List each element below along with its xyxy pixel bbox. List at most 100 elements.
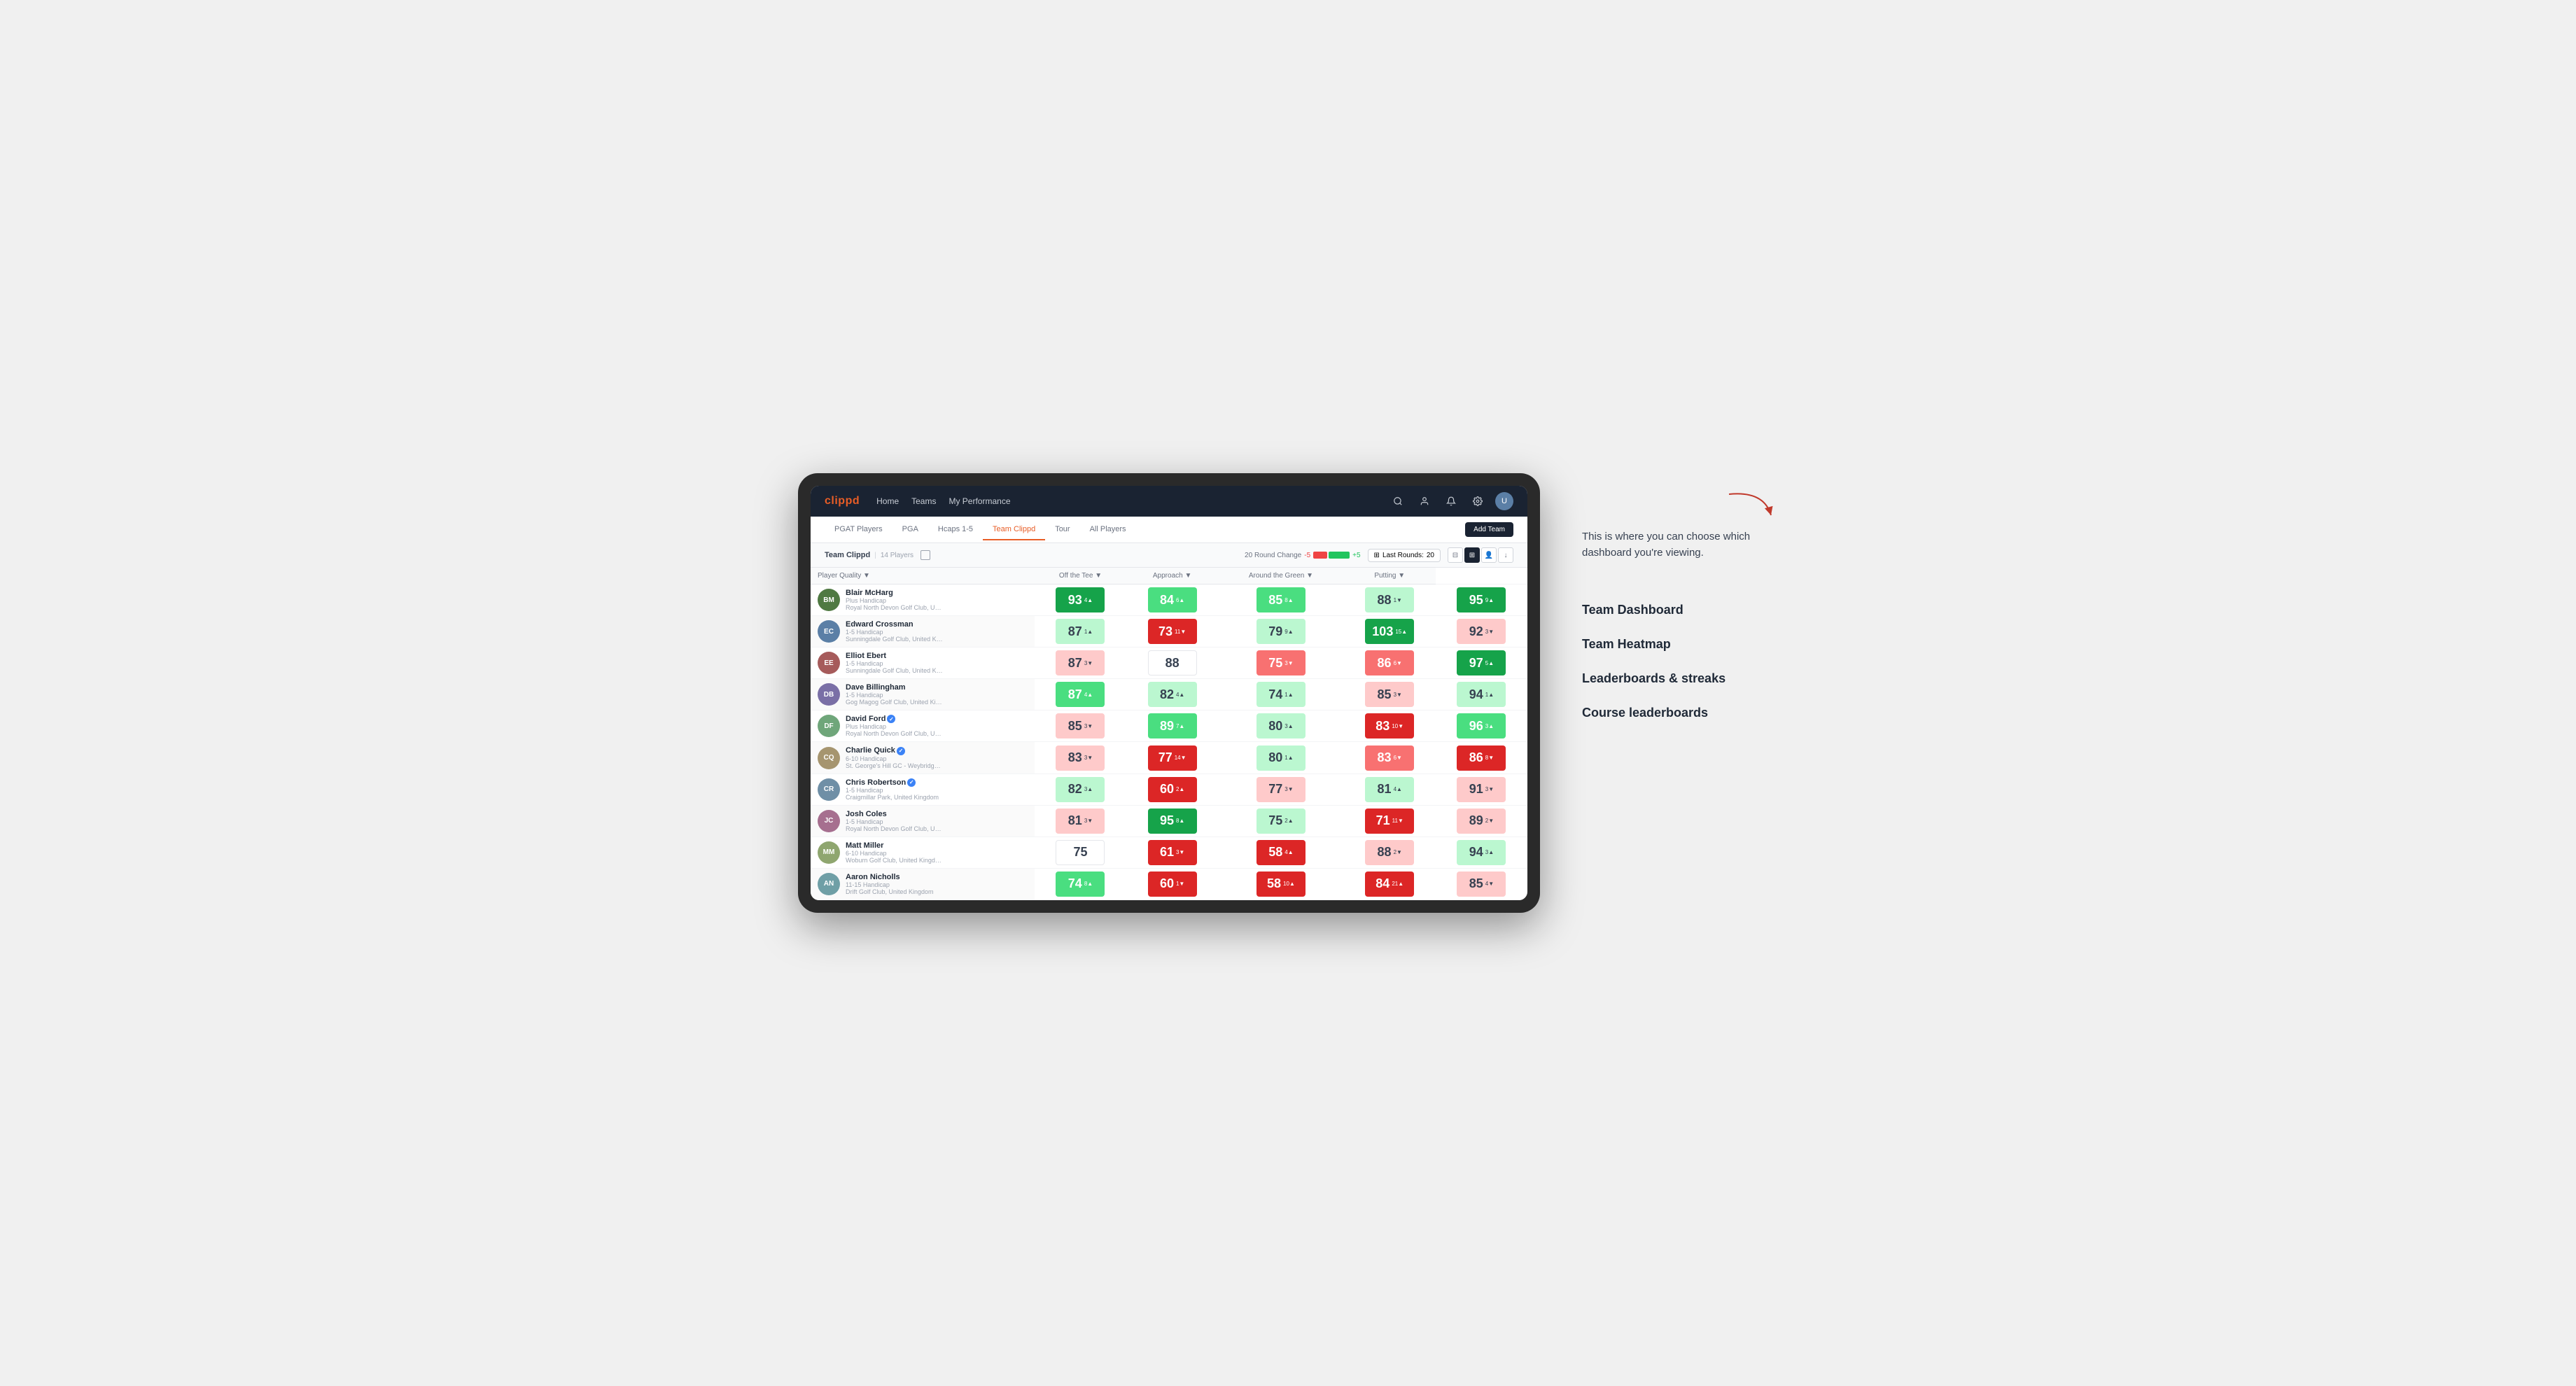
score-cell-putting: 86 8▼ (1436, 742, 1527, 774)
player-cell[interactable]: CQ Charlie Quick✓ 6-10 Handicap St. Geor… (811, 742, 1035, 773)
score-cell-player_quality: 87 1▲ (1035, 616, 1126, 648)
view-buttons: ⊟ ⊞ 👤 ↓ (1448, 547, 1513, 563)
option-team-dashboard[interactable]: Team Dashboard (1582, 603, 1778, 617)
col-putting[interactable]: Putting ▼ (1344, 568, 1436, 584)
player-name: David Ford✓ (846, 715, 944, 723)
score-box: 95 9▲ (1457, 587, 1506, 612)
user-avatar[interactable]: U (1495, 492, 1513, 510)
bell-icon[interactable] (1442, 492, 1460, 510)
player-cell[interactable]: DF David Ford✓ Plus Handicap Royal North… (811, 710, 1035, 741)
last-rounds-value: 20 (1427, 552, 1434, 559)
score-change: 3▼ (1485, 629, 1494, 635)
score-value: 87 (1068, 687, 1082, 702)
col-off-tee[interactable]: Off the Tee ▼ (1035, 568, 1126, 584)
score-cell-player_quality: 75 (1035, 836, 1126, 868)
score-change: 1▲ (1284, 755, 1293, 761)
view-person-button[interactable]: 👤 (1481, 547, 1497, 563)
nav-teams[interactable]: Teams (911, 493, 936, 509)
score-change: 3▼ (1084, 818, 1093, 824)
player-info: Blair McHarg Plus Handicap Royal North D… (846, 589, 944, 611)
option-leaderboards[interactable]: Leaderboards & streaks (1582, 671, 1778, 686)
player-club: Sunningdale Golf Club, United Kingdom (846, 636, 944, 643)
score-cell-around_green: 86 6▼ (1344, 648, 1436, 679)
nav-performance[interactable]: My Performance (948, 493, 1010, 509)
score-change: 8▲ (1084, 881, 1093, 887)
table-row: BM Blair McHarg Plus Handicap Royal Nort… (811, 584, 1527, 616)
tab-team-clippd[interactable]: Team Clippd (983, 519, 1045, 540)
tab-all-players[interactable]: All Players (1080, 519, 1136, 540)
player-avatar: CQ (818, 747, 840, 769)
score-change: 8▲ (1284, 597, 1293, 603)
player-avatar: MM (818, 841, 840, 864)
score-value: 79 (1268, 624, 1282, 639)
player-name: Matt Miller (846, 841, 944, 850)
table-row: AN Aaron Nicholls 11-15 Handicap Drift G… (811, 868, 1527, 899)
score-change: 4▲ (1394, 786, 1402, 792)
add-team-button[interactable]: Add Team (1465, 522, 1513, 537)
score-cell-approach: 80 3▲ (1218, 710, 1343, 742)
score-value: 93 (1068, 593, 1082, 608)
edit-icon[interactable] (920, 550, 930, 560)
player-handicap: 6-10 Handicap (846, 755, 944, 762)
player-cell[interactable]: CR Chris Robertson✓ 1-5 Handicap Craigmi… (811, 774, 1035, 805)
score-value: 84 (1160, 593, 1174, 608)
view-download-button[interactable]: ↓ (1498, 547, 1513, 563)
score-value: 80 (1268, 719, 1282, 734)
players-tbody: BM Blair McHarg Plus Handicap Royal Nort… (811, 584, 1527, 899)
score-change: 3▼ (1084, 723, 1093, 729)
tab-tour[interactable]: Tour (1045, 519, 1079, 540)
option-course-leaderboards[interactable]: Course leaderboards (1582, 706, 1778, 720)
player-cell[interactable]: EC Edward Crossman 1-5 Handicap Sunningd… (811, 616, 1035, 647)
score-box: 81 4▲ (1365, 777, 1414, 802)
table-row: EC Edward Crossman 1-5 Handicap Sunningd… (811, 616, 1527, 648)
col-around-green[interactable]: Around the Green ▼ (1218, 568, 1343, 584)
score-cell-off_tee: 60 1▼ (1126, 868, 1218, 899)
col-approach[interactable]: Approach ▼ (1126, 568, 1218, 584)
player-cell[interactable]: EE Elliot Ebert 1-5 Handicap Sunningdale… (811, 648, 1035, 678)
score-change: 3▼ (1084, 660, 1093, 666)
view-grid-button[interactable]: ⊟ (1448, 547, 1463, 563)
player-cell[interactable]: MM Matt Miller 6-10 Handicap Woburn Golf… (811, 837, 1035, 868)
score-box: 61 3▼ (1148, 840, 1197, 865)
search-icon[interactable] (1389, 492, 1407, 510)
player-club: Craigmillar Park, United Kingdom (846, 794, 939, 801)
player-cell[interactable]: BM Blair McHarg Plus Handicap Royal Nort… (811, 584, 1035, 615)
score-box: 89 7▲ (1148, 713, 1197, 738)
annotation-text: This is where you can choose which dashb… (1582, 529, 1778, 561)
player-info: Chris Robertson✓ 1-5 Handicap Craigmilla… (846, 778, 939, 801)
score-value: 77 (1158, 750, 1172, 765)
subnav-tabs: PGAT Players PGA Hcaps 1-5 Team Clippd T… (825, 519, 1136, 540)
player-cell[interactable]: AN Aaron Nicholls 11-15 Handicap Drift G… (811, 869, 1035, 899)
score-change: 6▼ (1394, 755, 1402, 761)
settings-icon[interactable] (1469, 492, 1487, 510)
tab-hcaps[interactable]: Hcaps 1-5 (928, 519, 983, 540)
player-name: Josh Coles (846, 810, 944, 818)
score-change: 2▲ (1176, 786, 1184, 792)
tab-pga[interactable]: PGA (892, 519, 928, 540)
score-box: 88 2▼ (1365, 840, 1414, 865)
option-team-heatmap[interactable]: Team Heatmap (1582, 637, 1778, 652)
person-icon[interactable] (1415, 492, 1434, 510)
score-box: 103 15▲ (1365, 619, 1414, 644)
view-table-button[interactable]: ⊞ (1464, 547, 1480, 563)
col-player-quality[interactable]: Player Quality ▼ (811, 568, 1035, 584)
navbar: clippd Home Teams My Performance (811, 486, 1527, 517)
player-cell[interactable]: DB Dave Billingham 1-5 Handicap Gog Mago… (811, 679, 1035, 710)
score-value: 61 (1160, 845, 1174, 860)
score-value: 87 (1068, 656, 1082, 671)
bar-pos (1329, 552, 1350, 559)
score-change: 8▼ (1485, 755, 1494, 761)
score-cell-putting: 97 5▲ (1436, 648, 1527, 679)
score-cell-player_quality: 82 3▲ (1035, 774, 1126, 805)
tab-pgat[interactable]: PGAT Players (825, 519, 892, 540)
last-rounds-button[interactable]: ⊞ Last Rounds: 20 (1368, 549, 1441, 562)
score-value: 85 (1068, 719, 1082, 734)
score-change: 1▲ (1084, 629, 1093, 635)
score-value: 91 (1469, 782, 1483, 797)
player-cell[interactable]: JC Josh Coles 1-5 Handicap Royal North D… (811, 806, 1035, 836)
player-club: Drift Golf Club, United Kingdom (846, 888, 934, 895)
player-name: Charlie Quick✓ (846, 746, 944, 755)
player-club: Royal North Devon Golf Club, United King… (846, 604, 944, 611)
nav-home[interactable]: Home (876, 493, 899, 509)
score-box: 71 11▼ (1365, 808, 1414, 834)
